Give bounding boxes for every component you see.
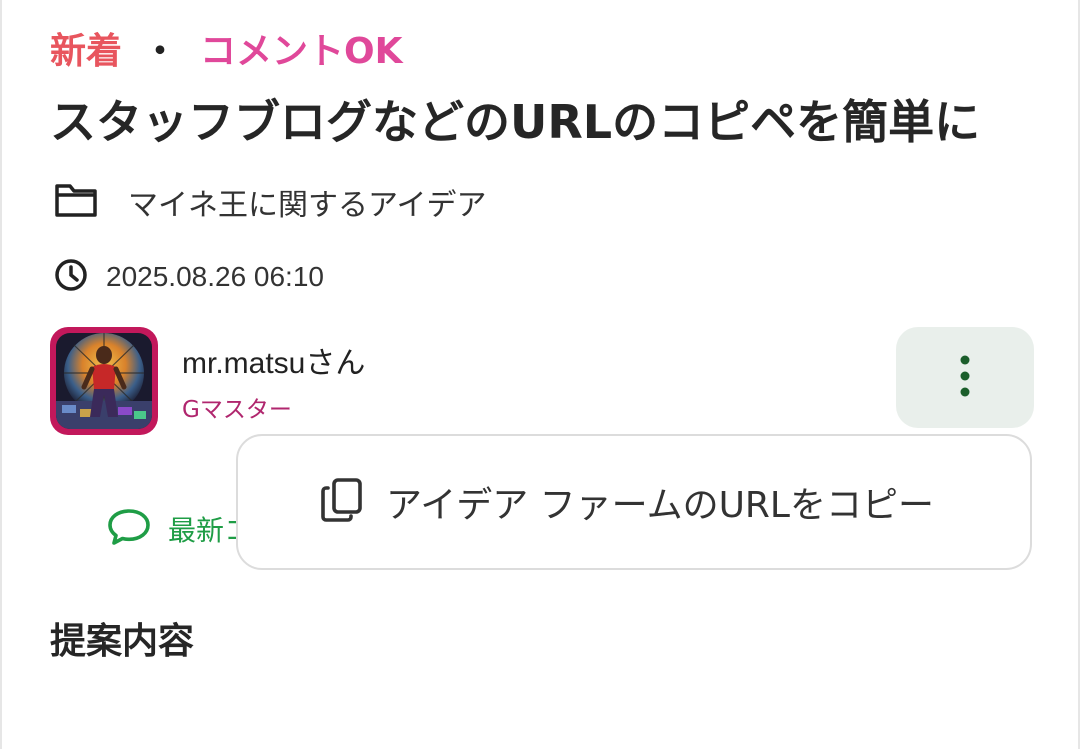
folder-icon [54, 182, 98, 222]
tag-new: 新着 [50, 31, 123, 72]
copy-url-label: アイデア ファームのURLをコピー [386, 485, 934, 526]
date-row: 2025.08.26 06:10 [54, 258, 324, 296]
tag-separator: ・ [142, 31, 179, 72]
avatar[interactable] [50, 327, 158, 435]
category-row[interactable]: マイネ王に関するアイデア [54, 180, 487, 224]
section-heading-proposal: 提案内容 [50, 621, 195, 662]
clock-icon [54, 258, 88, 296]
idea-detail-page: 新着・コメントOK スタッフブログなどのURLのコピペを簡単に マイネ王に関する… [0, 0, 1080, 749]
latest-comment-link[interactable]: 最新コ [106, 507, 252, 551]
speech-bubble-icon [106, 507, 152, 551]
category-link[interactable]: マイネ王に関するアイデア [128, 180, 487, 224]
post-title: スタッフブログなどのURLのコピペを簡単に [50, 95, 981, 149]
copy-icon [320, 476, 364, 528]
more-vertical-icon [955, 353, 975, 403]
post-datetime: 2025.08.26 06:10 [106, 261, 324, 292]
more-options-button[interactable] [896, 327, 1034, 428]
post-tags: 新着・コメントOK [50, 30, 403, 74]
copy-url-menu-item[interactable]: アイデア ファームのURLをコピー [236, 434, 1032, 570]
avatar-image [56, 333, 152, 429]
author-name[interactable]: mr.matsuさん [182, 338, 365, 382]
author-rank: Gマスター [182, 397, 292, 423]
tag-comment-ok: コメントOK [200, 31, 403, 72]
